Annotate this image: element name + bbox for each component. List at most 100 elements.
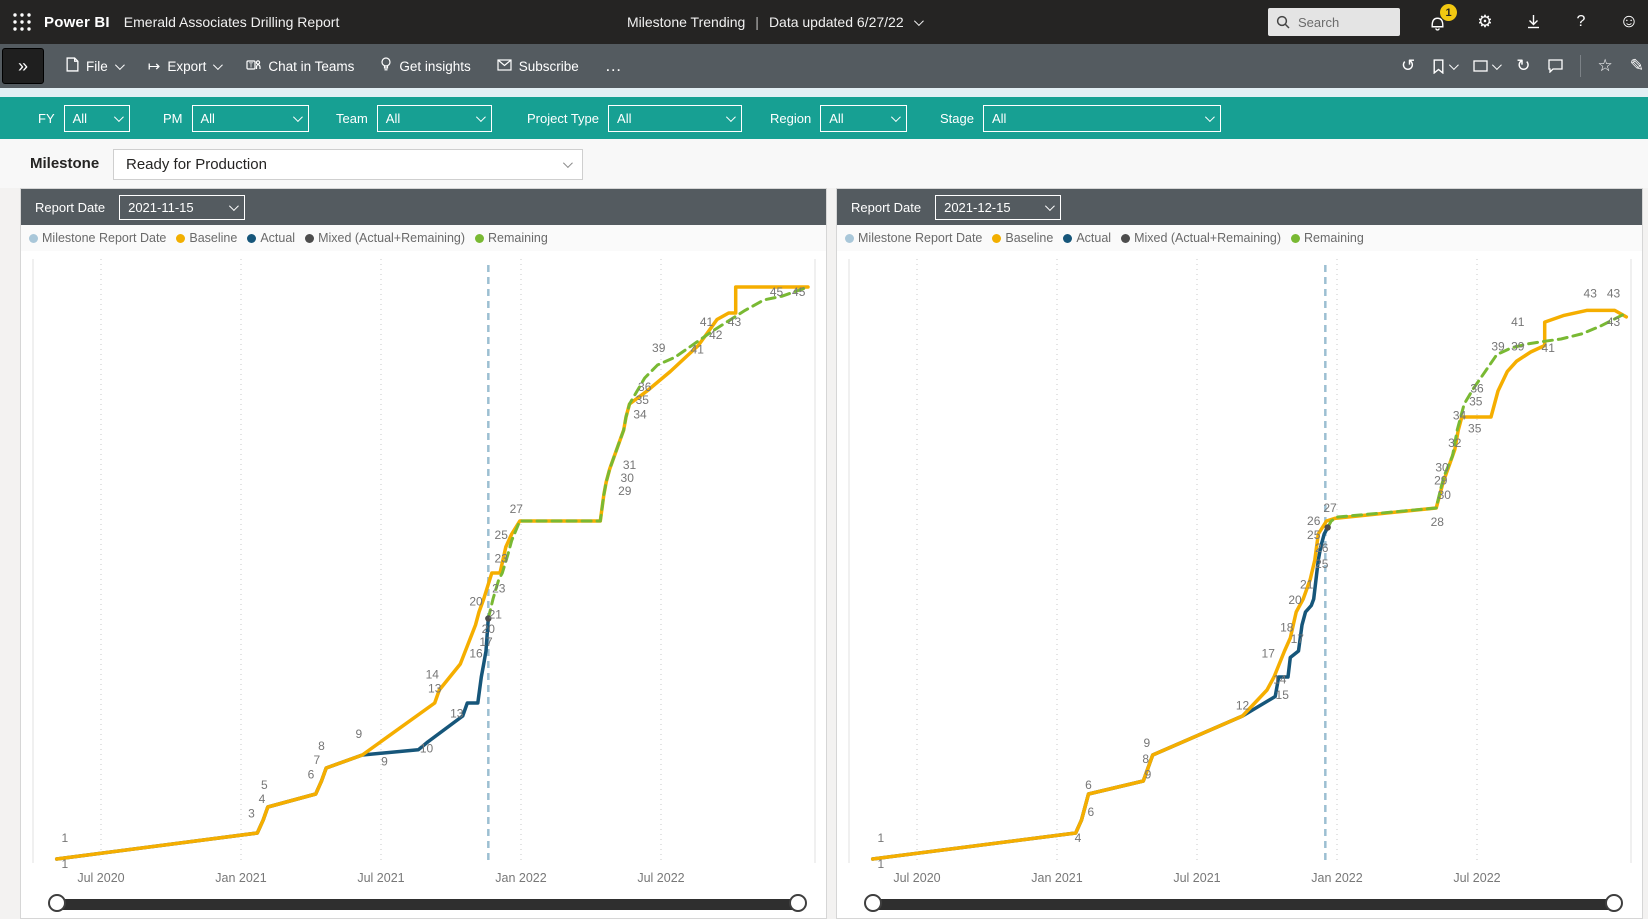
toolbar-more-button[interactable]: … [605, 56, 623, 76]
filter-dropdown[interactable]: All [820, 104, 908, 132]
report-date-dropdown[interactable]: 2021-11-15 [119, 194, 246, 220]
toolbar-menu-item-subscribe[interactable]: Subscribe [497, 59, 579, 74]
x-tick-label: Jan 2022 [495, 871, 547, 885]
data-label: 36 [638, 380, 652, 394]
expand-pane-button[interactable]: » [2, 48, 44, 84]
zoom-slider-track[interactable] [872, 899, 1614, 910]
chart-legend: Milestone Report Date Baseline Actual Mixed… [837, 225, 1642, 251]
data-label: 41 [1542, 341, 1556, 355]
x-tick-label: Jul 2020 [77, 871, 125, 885]
toolbar-menu-item-insights[interactable]: Get insights [380, 57, 471, 75]
edit-button[interactable]: ✎ [1630, 56, 1644, 76]
data-label: 41 [691, 342, 705, 356]
filter-value: All [991, 110, 1007, 126]
download-button[interactable] [1522, 11, 1544, 33]
legend-item-milestone-report-date[interactable]: Milestone Report Date [29, 231, 166, 245]
legend-item-baseline[interactable]: Baseline [176, 231, 237, 245]
filter-dropdown[interactable]: All [63, 104, 130, 132]
legend-dot-icon [305, 233, 315, 243]
teams-icon: T [246, 58, 261, 75]
notification-badge: 1 [1440, 4, 1457, 21]
insights-icon [380, 57, 392, 75]
legend-item-milestone-report-date[interactable]: Milestone Report Date [845, 231, 982, 245]
data-label: 8 [318, 739, 325, 753]
zoom-slider-handle-right[interactable] [1605, 894, 1623, 912]
data-label: 20 [482, 622, 496, 636]
report-date-dropdown[interactable]: 2021-12-15 [935, 194, 1062, 220]
legend-item-actual[interactable]: Actual [247, 231, 295, 245]
refresh-button[interactable]: ↻ [1516, 56, 1530, 76]
legend-item-mixed-actual-remaining-[interactable]: Mixed (Actual+Remaining) [1121, 231, 1281, 245]
chevron-down-icon[interactable] [913, 15, 924, 26]
legend-dot-icon [176, 233, 186, 243]
filter-dropdown[interactable]: All [191, 104, 309, 132]
toolbar-menu-item-teams[interactable]: T Chat in Teams [246, 58, 354, 75]
toolbar-menu: File ↦ Export T Chat in Teams Get insigh… [66, 56, 623, 76]
zoom-slider-handle-right[interactable] [789, 894, 807, 912]
settings-button[interactable]: ⚙ [1474, 11, 1496, 33]
data-label: 6 [308, 767, 315, 781]
data-label: 30 [621, 471, 635, 485]
data-label: 41 [1511, 315, 1525, 329]
filter-value: All [829, 110, 844, 126]
help-button[interactable]: ? [1570, 11, 1592, 33]
reset-button[interactable]: ↺ [1401, 56, 1415, 76]
data-label: 28 [1431, 515, 1445, 529]
filter-dropdown[interactable]: All [608, 104, 743, 132]
legend-item-remaining[interactable]: Remaining [1291, 231, 1364, 245]
search-icon [1276, 15, 1290, 29]
chevron-down-icon [1492, 59, 1503, 70]
legend-item-actual[interactable]: Actual [1063, 231, 1111, 245]
filter-value: All [72, 110, 88, 126]
filter-dropdown[interactable]: All [376, 104, 492, 132]
search-input[interactable]: Search [1268, 8, 1400, 36]
app-launcher-icon[interactable] [0, 0, 44, 44]
view-button[interactable] [1473, 59, 1503, 72]
gear-icon: ⚙ [1477, 12, 1493, 31]
data-label: 17 [1291, 632, 1305, 646]
chevron-down-icon [891, 111, 902, 122]
data-label: 12 [1236, 699, 1250, 713]
data-label: 9 [381, 754, 388, 768]
data-label: 21 [1300, 578, 1314, 592]
series-line-baseline [870, 308, 1629, 861]
comments-button[interactable] [1547, 59, 1563, 73]
subscribe-icon [497, 58, 512, 74]
data-updated-label[interactable]: Data updated 6/27/22 [769, 14, 904, 30]
toolbar-menu-item-export[interactable]: ↦ Export [148, 57, 224, 75]
zoom-slider-handle-left[interactable] [48, 894, 66, 912]
star-icon: ☆ [1597, 56, 1613, 75]
chevron-down-icon [1045, 200, 1055, 211]
notifications-button[interactable]: 1 [1426, 4, 1457, 33]
data-label: 25 [1307, 528, 1321, 542]
data-label: 17 [1262, 647, 1276, 661]
feedback-button[interactable]: ☺ [1618, 11, 1640, 33]
filter-bar: FY All PM All Team All Project Type All … [0, 97, 1648, 139]
chart-panel-2: Report Date 2021-12-15 Milestone Report … [836, 188, 1643, 919]
help-icon: ? [1576, 13, 1586, 30]
data-label: 4 [1075, 831, 1082, 845]
data-label: 9 [1143, 736, 1150, 750]
page-title: Milestone Trending [627, 14, 746, 30]
bookmarks-button[interactable] [1432, 58, 1460, 74]
toolbar-menu-item-file[interactable]: File [66, 57, 125, 75]
data-label: 32 [1448, 436, 1462, 450]
data-label: 41 [700, 315, 714, 329]
title-separator: | [755, 14, 759, 30]
data-label: 25 [1315, 557, 1329, 571]
legend-item-remaining[interactable]: Remaining [475, 231, 548, 245]
chevron-down-icon [725, 111, 736, 122]
filter-label: Project Type [527, 110, 600, 126]
filter-dropdown[interactable]: All [982, 104, 1221, 132]
data-label: 3 [248, 806, 255, 820]
series-line-remaining [486, 285, 810, 620]
zoom-slider-track[interactable] [56, 899, 798, 910]
legend-item-mixed-actual-remaining-[interactable]: Mixed (Actual+Remaining) [305, 231, 465, 245]
zoom-slider-handle-left[interactable] [864, 894, 882, 912]
favorite-button[interactable]: ☆ [1598, 56, 1613, 76]
legend-item-baseline[interactable]: Baseline [992, 231, 1053, 245]
chevron-down-icon [114, 59, 125, 70]
legend-dot-icon [29, 233, 38, 243]
data-label: 13 [428, 682, 442, 696]
milestone-dropdown[interactable]: Ready for Production [113, 149, 583, 180]
